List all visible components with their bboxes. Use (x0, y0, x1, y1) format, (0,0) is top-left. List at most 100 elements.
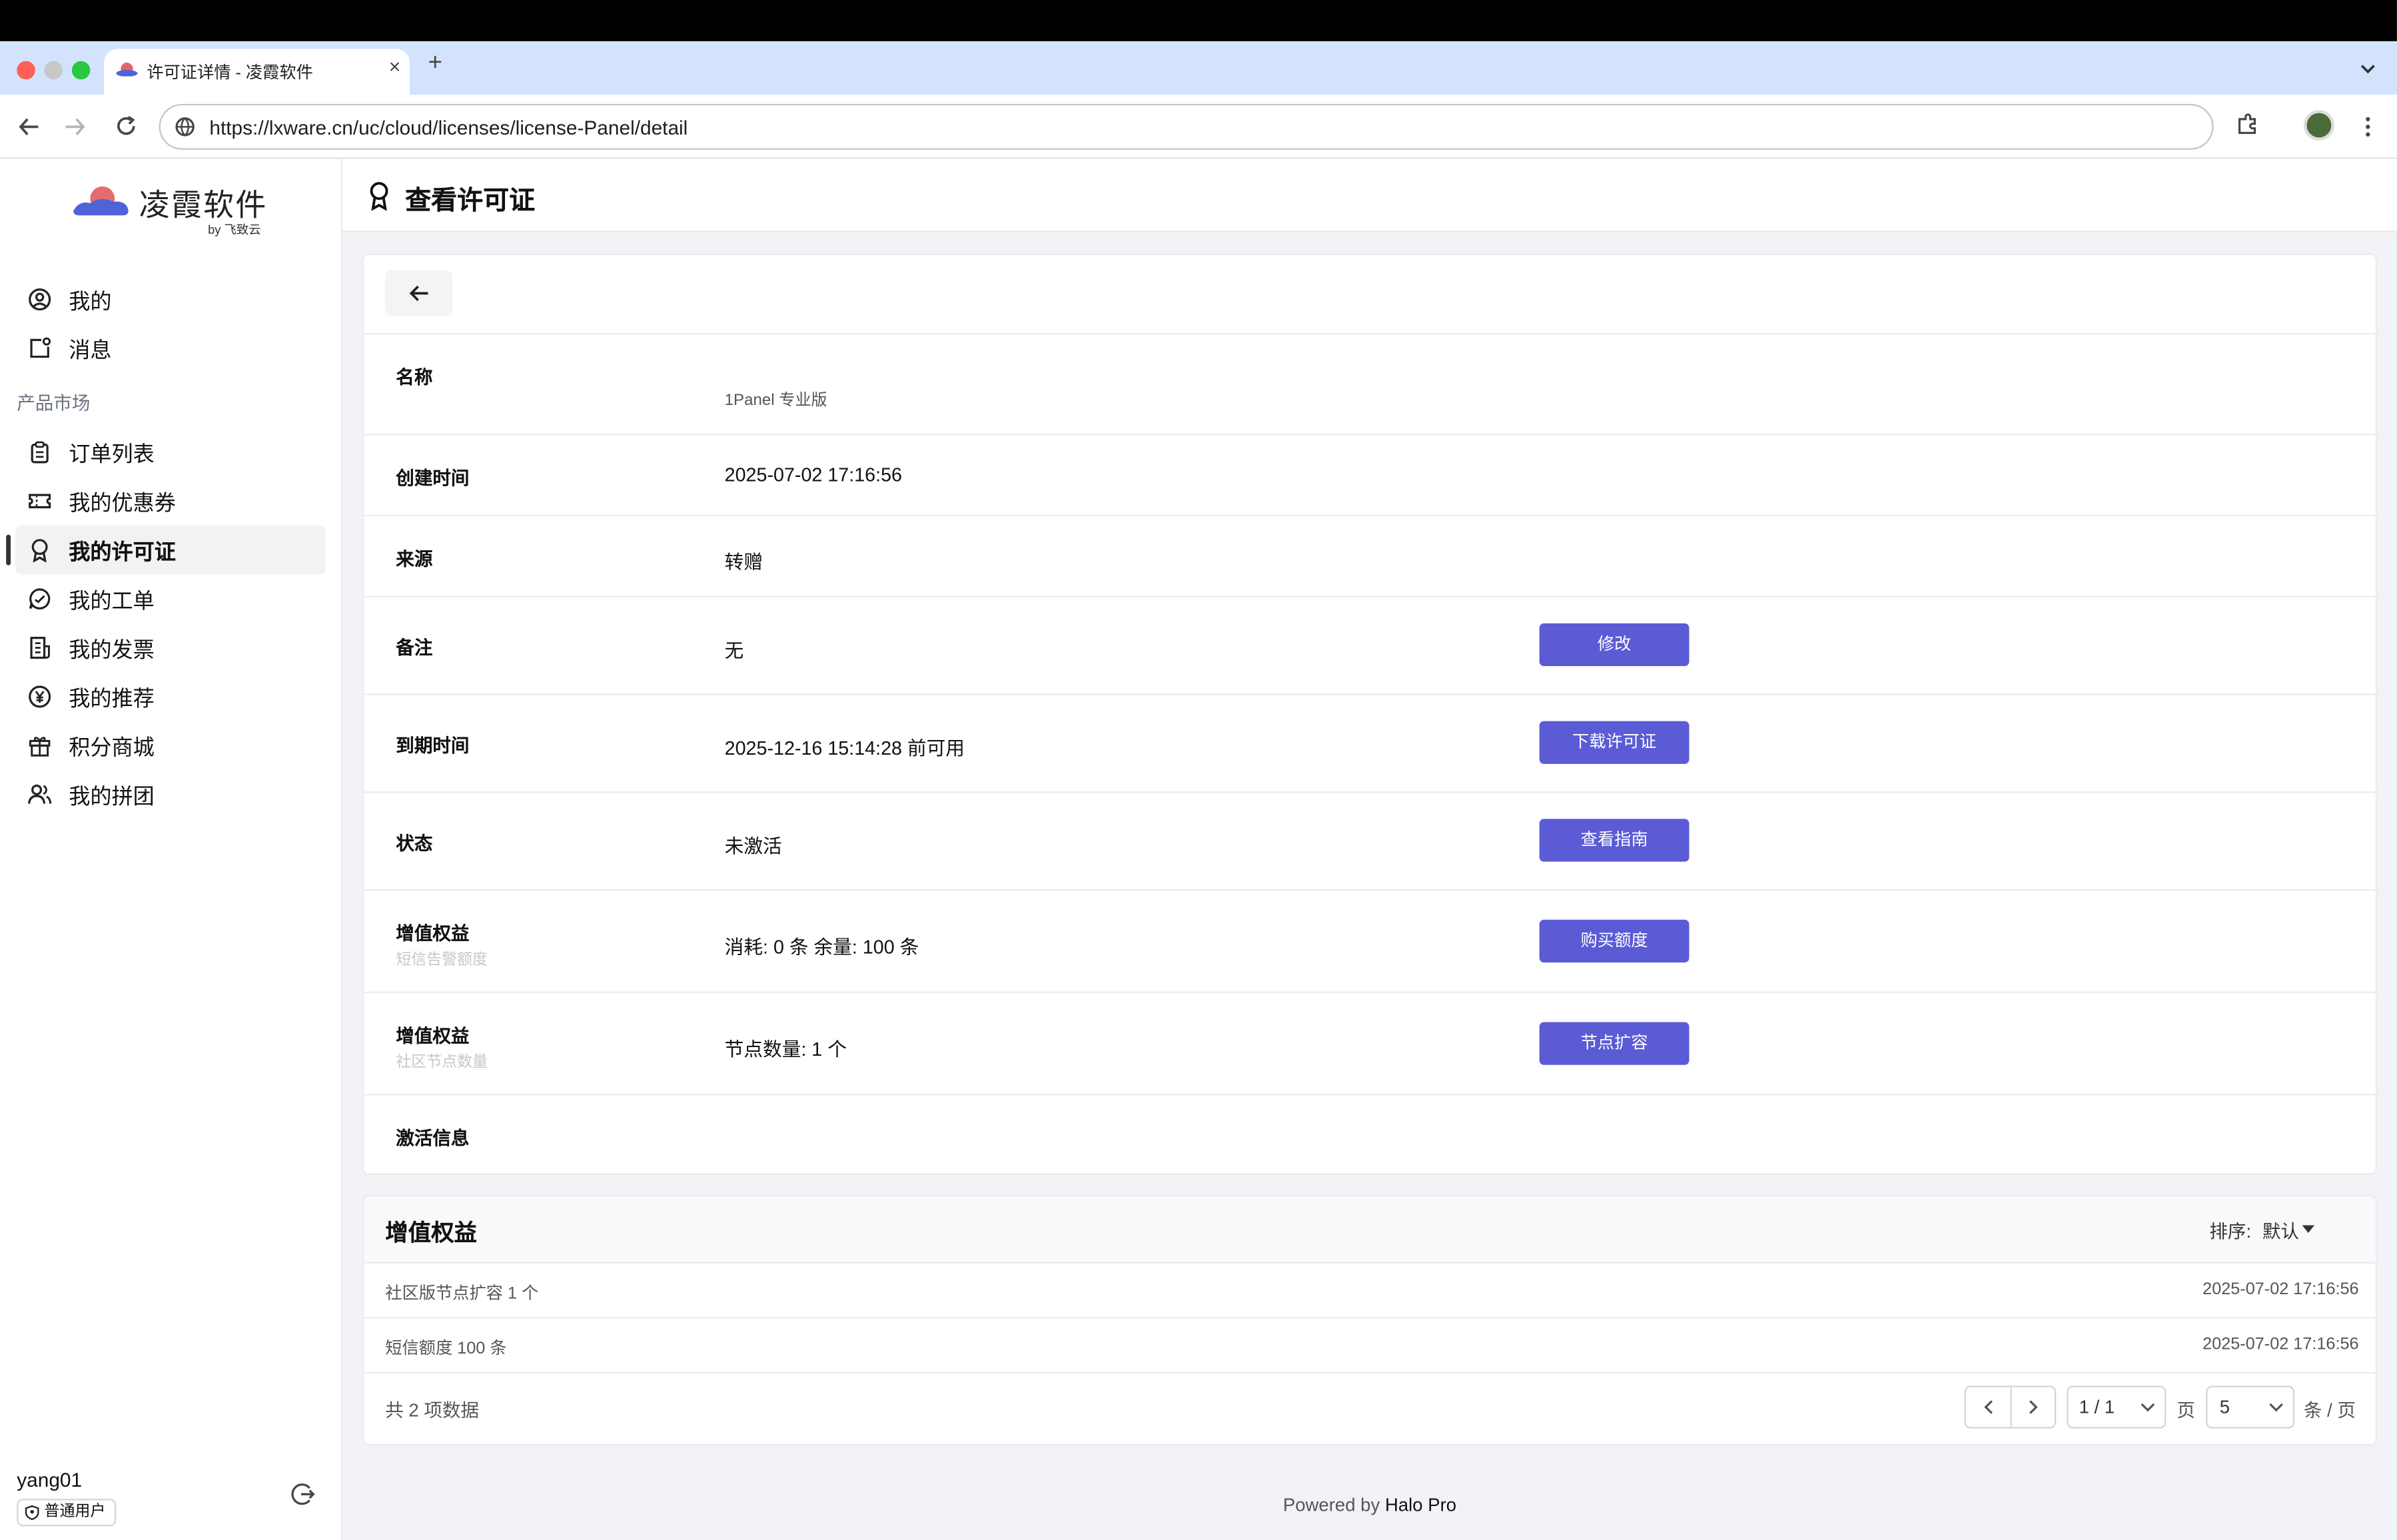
list-item: 短信额度 100 条 2025-07-02 17:16:56 (364, 1318, 2376, 1374)
detail-row-activation: 激活信息 (364, 1096, 2378, 1177)
shield-icon (25, 1505, 39, 1521)
row-label: 状态 (396, 833, 433, 855)
list-item: 社区版节点扩容 1 个 2025-07-02 17:16:56 (364, 1264, 2376, 1319)
sidebar-item-label: 消息 (69, 337, 112, 362)
maximize-window-button[interactable] (71, 61, 91, 80)
sidebar-item-mine[interactable]: 我的 (15, 275, 326, 324)
detail-row-source: 来源 转赠 (364, 516, 2379, 597)
address-bar[interactable]: https://lxware.cn/uc/cloud/licenses/lice… (159, 103, 2214, 150)
sort-label: 排序: (2209, 1220, 2252, 1242)
arrow-left-icon (409, 285, 428, 302)
row-label: 备注 (396, 637, 433, 659)
buy-quota-button[interactable]: 购买额度 (1539, 919, 1689, 963)
sidebar-item-tickets[interactable]: 我的工单 (15, 574, 326, 623)
benefit-name: 短信额度 100 条 (385, 1340, 507, 1359)
detail-row-created: 创建时间 2025-07-02 17:16:56 (364, 436, 2379, 517)
chevron-left-icon (1984, 1400, 1993, 1414)
license-detail-card: 名称 1Panel 专业版 创建时间 2025-07-02 17:16:56 来… (362, 253, 2379, 1177)
forward-arrow-icon[interactable] (64, 116, 85, 137)
section-label-market: 产品市场 (17, 392, 91, 414)
detail-row-expiry: 到期时间 2025-12-16 15:14:28 前可用 下载许可证 (364, 695, 2379, 793)
invoice-icon (30, 637, 50, 659)
view-guide-button[interactable]: 查看指南 (1539, 819, 1689, 862)
caret-down-icon[interactable] (2302, 1225, 2315, 1234)
users-icon (27, 784, 52, 804)
footer-brand-link[interactable]: Halo Pro (1385, 1494, 1456, 1515)
sidebar-item-label: 积分商城 (69, 735, 155, 759)
edit-remark-button[interactable]: 修改 (1539, 623, 1689, 667)
sidebar-item-orders[interactable]: 订单列表 (15, 428, 326, 476)
row-label: 名称 (396, 366, 433, 388)
tab-title: 许可证详情 - 凌霞软件 (147, 64, 313, 83)
minimize-window-button[interactable] (44, 61, 63, 80)
close-window-button[interactable] (17, 61, 35, 80)
row-value: 2025-07-02 17:16:56 (724, 464, 902, 486)
browser-menu-icon[interactable] (2363, 116, 2372, 137)
user-circle-icon (29, 288, 51, 311)
sort-value: 默认 (2262, 1220, 2300, 1242)
sidebar-item-referrals[interactable]: 我的推荐 (15, 672, 326, 721)
row-label: 增值权益 (396, 923, 470, 945)
row-label: 到期时间 (396, 735, 470, 757)
message-icon (30, 337, 51, 358)
page-header: 查看许可证 (342, 159, 2397, 232)
sidebar-item-label: 我的发票 (69, 637, 155, 662)
profile-avatar[interactable] (2303, 110, 2334, 141)
footer: Powered by Halo Pro (342, 1494, 2397, 1515)
screen: 许可证详情 - 凌霞软件 × + https://lxware.cn/uc/cl… (0, 0, 2397, 1540)
expand-nodes-button[interactable]: 节点扩容 (1539, 1022, 1689, 1065)
tab-favicon-icon (116, 63, 138, 77)
clipboard-icon (31, 441, 49, 464)
tab-search-chevron-icon[interactable] (2359, 59, 2378, 78)
sort-dropdown[interactable]: 排序: 默认 (2209, 1218, 2299, 1244)
page-size-unit: 条 / 页 (2303, 1399, 2356, 1421)
benefit-time: 2025-07-02 17:16:56 (2202, 1280, 2359, 1299)
logout-icon[interactable] (290, 1482, 315, 1507)
page-size-select[interactable]: 5 (2206, 1385, 2295, 1429)
row-label: 增值权益 (396, 1025, 470, 1047)
url-text: https://lxware.cn/uc/cloud/licenses/lice… (209, 116, 688, 139)
page-title: 查看许可证 (405, 186, 536, 216)
user-role-label: 普通用户 (44, 1503, 106, 1521)
page-size-value: 5 (2219, 1396, 2230, 1418)
browser-tab[interactable]: 许可证详情 - 凌霞软件 × (104, 49, 410, 95)
sidebar-item-label: 我的 (69, 288, 112, 314)
new-tab-button[interactable]: + (428, 51, 442, 78)
row-label: 激活信息 (396, 1127, 470, 1149)
chevron-right-icon (2029, 1400, 2038, 1414)
back-button[interactable] (385, 270, 453, 316)
sidebar-item-invoices[interactable]: 我的发票 (15, 623, 326, 672)
row-value: 节点数量: 1 个 (724, 1038, 847, 1060)
page-select[interactable]: 1 / 1 (2067, 1385, 2166, 1429)
next-page-button[interactable] (2012, 1387, 2057, 1427)
benefits-card: 增值权益 排序: 默认 社区版节点扩容 1 个 2025-07-02 17:16… (362, 1194, 2378, 1445)
sidebar-item-label: 我的工单 (69, 588, 155, 613)
row-label: 创建时间 (396, 467, 470, 489)
detail-row-node-count: 增值权益 社区节点数量 节点数量: 1 个 节点扩容 (364, 993, 2379, 1096)
download-license-button[interactable]: 下载许可证 (1539, 721, 1689, 764)
benefit-time: 2025-07-02 17:16:56 (2202, 1335, 2359, 1354)
pagination-prev-next (1964, 1385, 2057, 1429)
sidebar-item-group-buy[interactable]: 我的拼团 (15, 770, 326, 819)
row-value: 未激活 (724, 835, 782, 857)
detail-row-name: 名称 1Panel 专业版 (364, 334, 2379, 436)
row-value: 消耗: 0 条 余量: 100 条 (724, 937, 919, 959)
tab-close-icon[interactable]: × (389, 55, 400, 78)
sidebar-item-messages[interactable]: 消息 (15, 324, 326, 372)
footer-prefix: Powered by (1282, 1494, 1380, 1516)
site-info-icon[interactable] (175, 116, 196, 137)
brand-name: 凌霞软件 (139, 186, 268, 223)
prev-page-button[interactable] (1966, 1387, 2012, 1427)
page-unit: 页 (2176, 1399, 2196, 1421)
sidebar-item-points-mall[interactable]: 积分商城 (15, 721, 326, 770)
back-arrow-icon[interactable] (19, 116, 40, 137)
extensions-icon[interactable] (2235, 113, 2260, 138)
gift-icon (29, 737, 51, 757)
sidebar-item-coupons[interactable]: 我的优惠券 (15, 477, 326, 526)
sidebar-item-licenses[interactable]: 我的许可证 (6, 526, 326, 575)
ticket-icon (29, 494, 51, 509)
navigation-bar: https://lxware.cn/uc/cloud/licenses/lice… (0, 95, 2397, 159)
reload-icon[interactable] (115, 115, 137, 137)
total-count: 共 2 项数据 (385, 1399, 479, 1421)
row-label: 来源 (396, 548, 433, 570)
